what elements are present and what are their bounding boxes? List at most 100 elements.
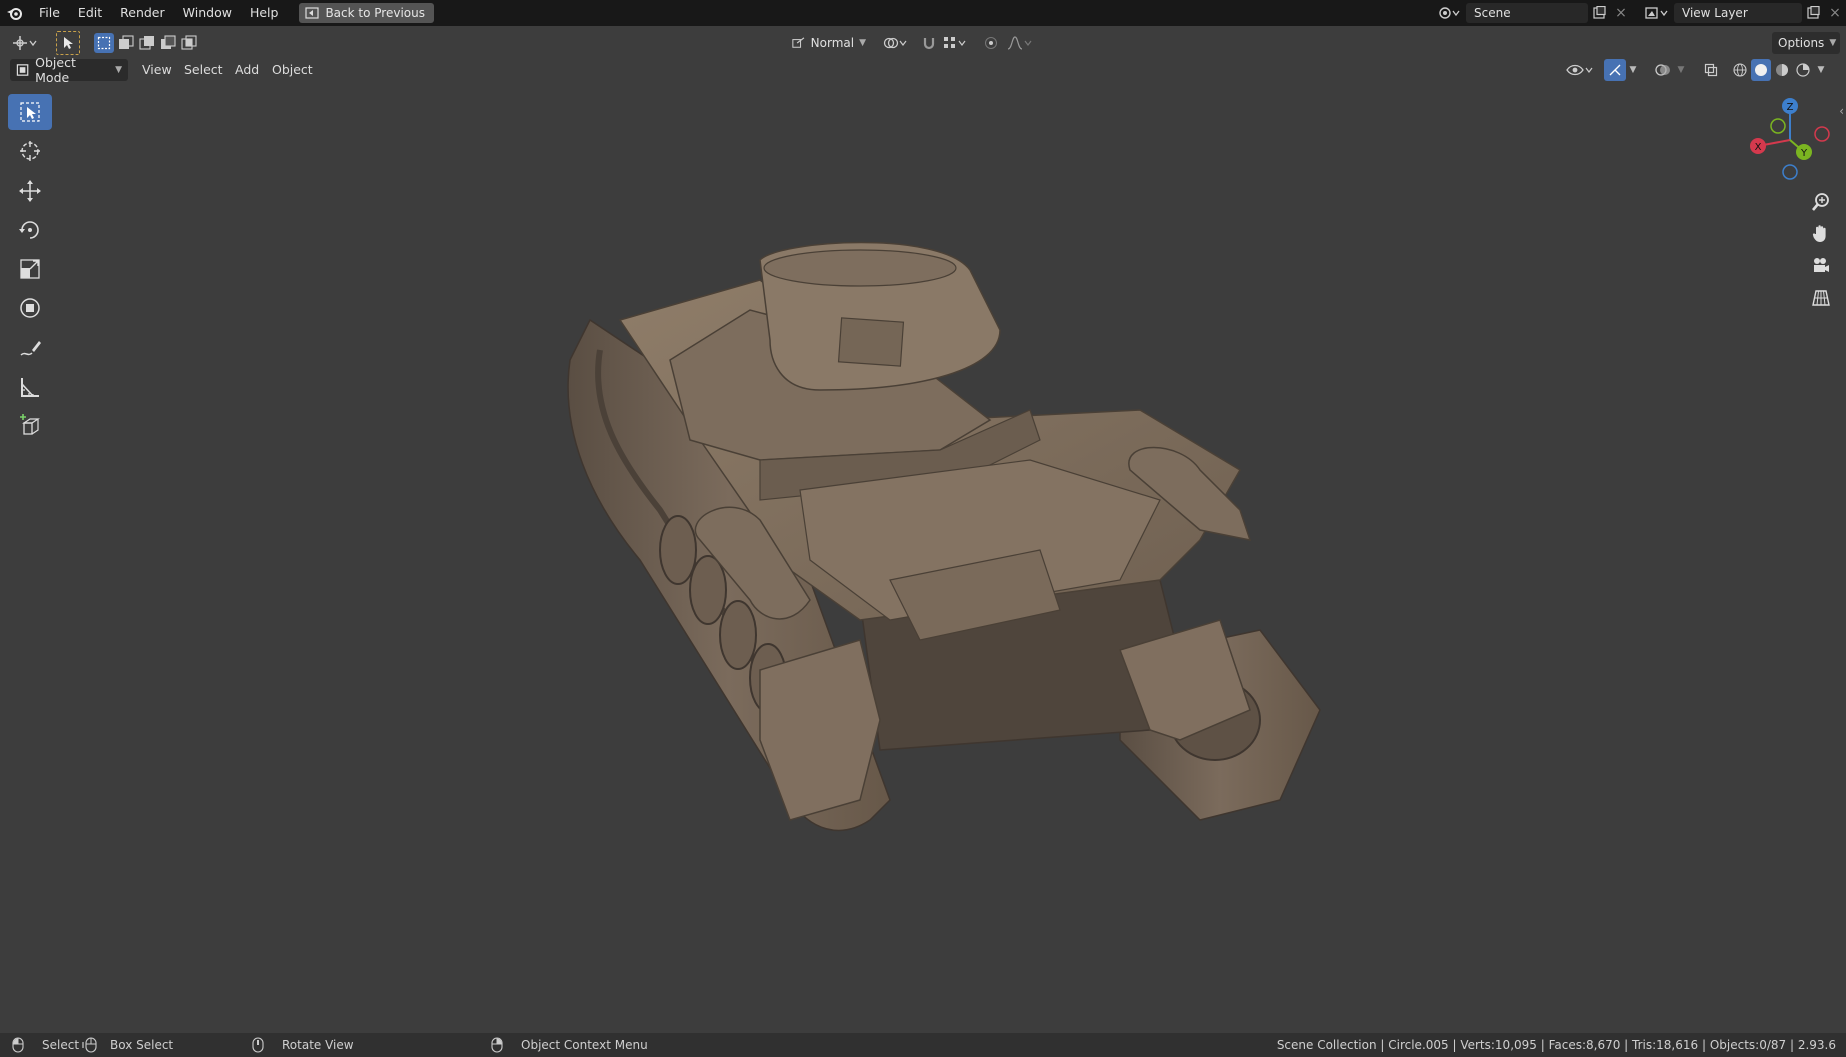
measure-icon: [21, 378, 39, 397]
menu-render[interactable]: Render: [111, 0, 174, 26]
rotate-tool[interactable]: [8, 212, 52, 248]
status-rotate-label: Rotate View: [282, 1038, 354, 1052]
move-tool[interactable]: [8, 173, 52, 209]
snap-increment-icon[interactable]: [940, 32, 972, 54]
axis-y-negative[interactable]: [1770, 118, 1786, 134]
new-view-layer-icon[interactable]: [1802, 3, 1824, 23]
scene-name: Scene: [1474, 6, 1511, 20]
zoom-icon[interactable]: [1806, 186, 1836, 218]
overlays-dropdown-icon[interactable]: ▼: [1674, 59, 1688, 81]
tank-model[interactable]: [560, 240, 1480, 960]
back-to-previous-label: Back to Previous: [325, 6, 425, 20]
snap-magnet-icon[interactable]: [918, 32, 940, 54]
orientation-value: Normal: [810, 36, 855, 50]
chevron-down-icon: ▼: [1829, 38, 1837, 48]
chevron-down-icon: ▼: [115, 65, 122, 75]
measure-tool[interactable]: [8, 369, 52, 405]
editor-type-icon[interactable]: [8, 32, 42, 54]
status-rotate-hint: Rotate View: [252, 1037, 354, 1053]
remove-view-layer-icon[interactable]: ×: [1824, 3, 1846, 23]
select-mode-new-icon[interactable]: [94, 33, 114, 53]
xray-toggle-icon[interactable]: [1700, 59, 1722, 81]
scale-icon: [20, 259, 40, 279]
add-cube-tool[interactable]: [8, 408, 52, 444]
object-mode-dropdown[interactable]: Object Mode ▼: [10, 55, 128, 85]
axis-x-negative[interactable]: [1814, 126, 1830, 142]
rendered-shading-icon[interactable]: [1793, 59, 1813, 81]
annotate-tool[interactable]: [8, 330, 52, 366]
menu-add[interactable]: Add: [229, 59, 265, 81]
shading-dropdown-icon[interactable]: ▼: [1814, 59, 1828, 81]
menu-edit[interactable]: Edit: [69, 0, 111, 26]
axis-x-label: X: [1755, 142, 1762, 153]
status-box-select-hint: Box Select: [82, 1037, 173, 1053]
top-bar: File Edit Render Window Help Back to Pre…: [0, 0, 1846, 26]
scene-name-field[interactable]: Scene: [1466, 3, 1588, 23]
status-bar: Select Box Select Rotate View Object Con…: [0, 1033, 1846, 1057]
menu-help[interactable]: Help: [241, 0, 288, 26]
mouse-left-icon: [12, 1037, 24, 1053]
visibility-icon[interactable]: [1564, 59, 1596, 81]
view-layer-type-icon[interactable]: [1640, 3, 1674, 23]
solid-shading-icon[interactable]: [1751, 59, 1771, 81]
proportional-falloff-icon[interactable]: [1004, 32, 1036, 54]
back-icon: [305, 7, 320, 19]
move-icon: [19, 180, 41, 202]
orientation-icon: [792, 37, 805, 48]
cursor-tool[interactable]: [8, 133, 52, 169]
blender-logo-icon[interactable]: [0, 0, 30, 26]
axis-z-negative[interactable]: [1782, 164, 1798, 180]
menu-object[interactable]: Object: [266, 59, 319, 81]
transform-tool[interactable]: [8, 290, 52, 326]
options-dropdown[interactable]: Options ▼: [1772, 32, 1840, 54]
hand-pan-icon[interactable]: [1806, 218, 1836, 250]
gizmo-dropdown-icon[interactable]: ▼: [1626, 59, 1640, 81]
proportional-edit-icon[interactable]: [980, 32, 1002, 54]
axis-z-label: Z: [1787, 102, 1794, 113]
object-mode-label: Object Mode: [35, 55, 76, 85]
select-mode-extend-icon[interactable]: [116, 33, 136, 53]
new-scene-icon[interactable]: [1588, 3, 1610, 23]
mouse-right-icon: [491, 1037, 503, 1053]
status-box-select-label: Box Select: [110, 1038, 174, 1052]
status-select-hint: Select: [12, 1037, 79, 1053]
left-toolbar: [8, 94, 54, 447]
viewport-header: Object Mode ▼ View Select Add Object ▼ ▼…: [0, 55, 1846, 85]
menu-select[interactable]: Select: [178, 59, 229, 81]
mouse-middle-icon: [252, 1037, 264, 1053]
pivot-point-icon[interactable]: [880, 32, 912, 54]
status-context-hint: Object Context Menu: [491, 1037, 648, 1053]
sidebar-toggle-icon[interactable]: ‹: [1839, 104, 1844, 118]
select-box-icon: [20, 102, 40, 122]
tool-header: Normal ▼ Options ▼: [0, 26, 1846, 60]
view-layer-name: View Layer: [1682, 6, 1748, 20]
chevron-down-icon: ▼: [859, 38, 866, 48]
material-shading-icon[interactable]: [1772, 59, 1792, 81]
grid-ortho-icon[interactable]: [1806, 282, 1836, 314]
transform-orientation-dropdown[interactable]: Normal ▼: [786, 32, 872, 54]
gizmo-toggle-icon[interactable]: [1604, 59, 1626, 81]
back-to-previous-button[interactable]: Back to Previous: [299, 3, 434, 23]
transform-icon: [20, 298, 40, 318]
add-cube-icon: [20, 414, 40, 435]
scene-type-icon[interactable]: [1434, 3, 1466, 23]
menu-view[interactable]: View: [136, 59, 178, 81]
scale-tool[interactable]: [8, 251, 52, 287]
scene-selector-area: Scene × View Layer ×: [1434, 0, 1846, 26]
select-mode-intersect-icon[interactable]: [179, 33, 199, 53]
camera-icon[interactable]: [1806, 250, 1836, 282]
remove-scene-icon[interactable]: ×: [1610, 3, 1632, 23]
wireframe-shading-icon[interactable]: [1730, 59, 1750, 81]
overlays-icon[interactable]: [1652, 59, 1674, 81]
menu-window[interactable]: Window: [174, 0, 241, 26]
navigation-gizmo[interactable]: Z X Y: [1742, 96, 1838, 184]
navigation-tools: [1806, 186, 1836, 314]
status-context-label: Object Context Menu: [521, 1038, 648, 1052]
options-label: Options: [1778, 36, 1825, 50]
view-layer-field[interactable]: View Layer: [1674, 3, 1802, 23]
menu-file[interactable]: File: [30, 0, 69, 26]
select-mode-invert-icon[interactable]: [158, 33, 178, 53]
active-tool-select-icon[interactable]: [56, 31, 80, 55]
select-box-tool[interactable]: [8, 94, 52, 130]
select-mode-subtract-icon[interactable]: [137, 33, 157, 53]
